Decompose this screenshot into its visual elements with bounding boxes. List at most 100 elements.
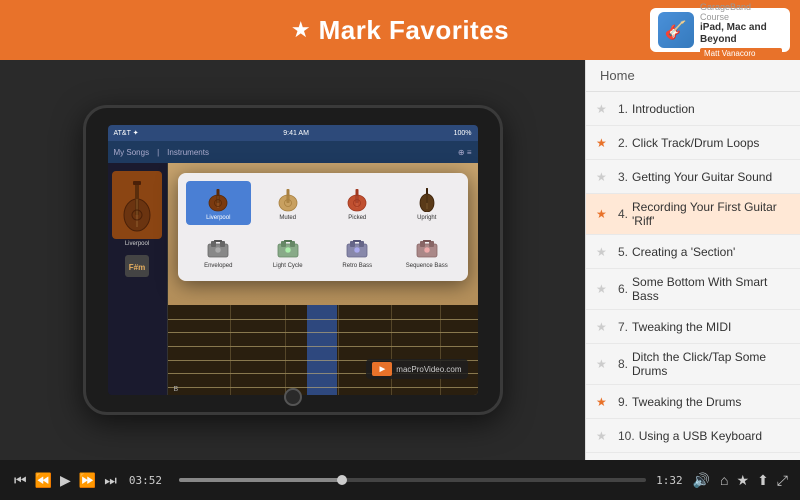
lesson-title: Using a USB Keyboard xyxy=(639,429,790,443)
step-back-button[interactable]: ⏪ xyxy=(33,470,54,491)
transport-buttons: ⏮ ⏪ ▶ ⏩ ⏭ xyxy=(12,470,119,491)
ipad-status-left: AT&T ✦ xyxy=(114,129,139,137)
ipad-status-center: 9:41 AM xyxy=(283,130,309,137)
ipad-status-right: 100% xyxy=(454,130,472,137)
lesson-title: Tweaking the Drums xyxy=(632,395,790,409)
upright-label: Upright xyxy=(417,215,436,221)
skip-forward-button[interactable]: ⏭ xyxy=(102,470,119,491)
lesson-item[interactable]: ★ 9. Tweaking the Drums xyxy=(586,385,800,419)
lesson-star-icon: ★ xyxy=(596,282,612,296)
lesson-title: Some Bottom With Smart Bass xyxy=(632,275,790,303)
ipad-my-songs[interactable]: My Songs xyxy=(114,148,150,157)
star-control-icon[interactable]: ★ xyxy=(737,472,750,489)
ipad-instruments[interactable]: Instruments xyxy=(167,148,209,157)
progress-handle[interactable] xyxy=(337,475,347,485)
fret-line-4 xyxy=(391,305,392,395)
lesson-number: 10. xyxy=(618,429,635,443)
lesson-title: Getting Your Guitar Sound xyxy=(632,170,790,184)
progress-fill xyxy=(179,478,343,482)
header: ★ Mark Favorites 🎸 GarageBand Course iPa… xyxy=(0,0,800,60)
course-label: GarageBand Course xyxy=(700,2,782,22)
fret-string-6 xyxy=(168,387,478,388)
fret-string-2 xyxy=(168,332,478,333)
instrument-enveloped[interactable]: Enveloped xyxy=(186,229,252,273)
ipad-device: AT&T ✦ 9:41 AM 100% My Songs | Instrumen… xyxy=(83,105,503,415)
lesson-item[interactable]: ★1.Introduction xyxy=(586,92,800,126)
right-controls: ⌂ ★ ⬆ ⤢ xyxy=(720,472,788,489)
current-time: 03:52 xyxy=(129,474,169,487)
instrument-light-cycle[interactable]: Light Cycle xyxy=(255,229,321,273)
lesson-item[interactable]: ★4.Recording Your First Guitar 'Riff' xyxy=(586,194,800,235)
lesson-number: 8. xyxy=(618,357,628,371)
liverpool-label: Liverpool xyxy=(206,215,230,221)
share-icon[interactable]: ⬆ xyxy=(757,472,769,489)
fret-line-3 xyxy=(338,305,339,395)
instrument-muted[interactable]: Muted xyxy=(255,181,321,225)
instrument-upright[interactable]: Upright xyxy=(394,181,460,225)
macpro-text: macProVideo.com xyxy=(396,365,461,374)
header-title: Mark Favorites xyxy=(319,15,510,46)
lesson-star-icon: ★ xyxy=(596,102,612,116)
liverpool-icon xyxy=(202,185,234,213)
note-display: F#m xyxy=(129,263,145,272)
lesson-number: 1. xyxy=(618,102,628,116)
lesson-title: Tweaking the MIDI xyxy=(632,320,790,334)
lesson-item[interactable]: ★3.Getting Your Guitar Sound xyxy=(586,160,800,194)
duration: 1:32 xyxy=(656,474,683,487)
light-cycle-label: Light Cycle xyxy=(273,263,303,269)
volume-icon[interactable]: 🔊 xyxy=(693,472,710,489)
course-badge-icon: 🎸 xyxy=(658,12,694,48)
picked-label: Picked xyxy=(348,215,366,221)
home-icon[interactable]: ⌂ xyxy=(720,472,728,488)
instrument-modal: Liverpool Muted xyxy=(178,173,468,281)
lesson-star-icon: ★ xyxy=(596,245,612,259)
skip-back-button[interactable]: ⏮ xyxy=(12,470,29,491)
fret-strings: B xyxy=(168,305,478,395)
course-author: Matt Vanacoro xyxy=(700,48,782,59)
fret-string-3 xyxy=(168,346,478,347)
instrument-sequence-bass[interactable]: Sequence Bass xyxy=(394,229,460,273)
upright-icon xyxy=(411,185,443,213)
sequence-bass-icon xyxy=(411,233,443,261)
play-button[interactable]: ▶ xyxy=(58,470,73,491)
lesson-star-icon: ★ xyxy=(596,320,612,334)
instrument-retro-bass[interactable]: Retro Bass xyxy=(325,229,391,273)
ipad-screen: AT&T ✦ 9:41 AM 100% My Songs | Instrumen… xyxy=(108,125,478,395)
lesson-item[interactable]: ★ 7. Tweaking the MIDI xyxy=(586,310,800,344)
progress-bar[interactable] xyxy=(179,478,646,482)
picked-icon xyxy=(341,185,373,213)
step-forward-button[interactable]: ⏩ xyxy=(77,470,98,491)
lesson-number: 7. xyxy=(618,320,628,334)
sequence-bass-label: Sequence Bass xyxy=(406,263,448,269)
instrument-picked[interactable]: Picked xyxy=(325,181,391,225)
lesson-number: 6. xyxy=(618,282,628,296)
macpro-watermark: ▶ macProVideo.com xyxy=(366,359,467,379)
course-badge[interactable]: 🎸 GarageBand Course iPad, Mac and Beyond… xyxy=(650,8,790,52)
course-name: iPad, Mac and Beyond xyxy=(700,22,782,46)
macpro-logo: ▶ xyxy=(372,362,392,376)
main-content: AT&T ✦ 9:41 AM 100% My Songs | Instrumen… xyxy=(0,60,800,460)
lesson-item[interactable]: ★2.Click Track/Drum Loops xyxy=(586,126,800,160)
lesson-star-icon: ★ xyxy=(596,395,612,409)
lesson-item[interactable]: ★5.Creating a 'Section' xyxy=(586,235,800,269)
retro-bass-label: Retro Bass xyxy=(342,263,372,269)
lesson-item[interactable]: ★ 10. Using a USB Keyboard xyxy=(586,419,800,453)
lesson-item[interactable]: ★ 6. Some Bottom With Smart Bass xyxy=(586,269,800,310)
guitar-label: Liverpool xyxy=(125,241,149,247)
ipad-main-area: Liverpool F#m xyxy=(108,163,478,395)
lesson-star-icon: ★ xyxy=(596,429,612,443)
instrument-liverpool[interactable]: Liverpool xyxy=(186,181,252,225)
ipad-toolbar: My Songs | Instruments ⊕ ≡ xyxy=(108,141,478,163)
ipad-home-button[interactable] xyxy=(284,388,302,406)
lesson-item[interactable]: ★11.Using a USB Microphone xyxy=(586,453,800,460)
lesson-item[interactable]: ★ 8. Ditch the Click/Tap Some Drums xyxy=(586,344,800,385)
lessons-list: ★1.Introduction★2.Click Track/Drum Loops… xyxy=(586,92,800,460)
expand-icon[interactable]: ⤢ xyxy=(777,472,788,489)
lesson-home[interactable]: Home xyxy=(586,60,800,92)
lesson-title: Creating a 'Section' xyxy=(632,245,790,259)
enveloped-label: Enveloped xyxy=(204,263,232,269)
muted-icon xyxy=(272,185,304,213)
lesson-number: 9. xyxy=(618,395,628,409)
lesson-star-icon: ★ xyxy=(596,357,612,371)
lesson-title: Ditch the Click/Tap Some Drums xyxy=(632,350,790,378)
